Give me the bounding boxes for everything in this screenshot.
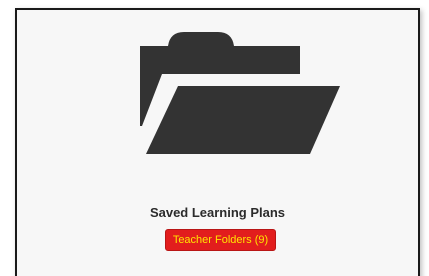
- page: Saved Learning Plans Teacher Folders (9): [0, 0, 429, 276]
- teacher-folders-button[interactable]: Teacher Folders (9): [165, 229, 276, 251]
- open-folder-icon: [140, 32, 340, 154]
- section-title: Saved Learning Plans: [149, 205, 286, 220]
